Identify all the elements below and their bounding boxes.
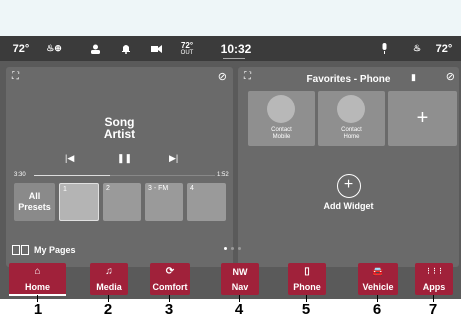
outside-temp-label: OUT — [180, 49, 194, 56]
contact-home-label: Contact Home — [341, 127, 362, 140]
nav-phone-label: Phone — [293, 282, 321, 292]
nav-media-label: Media — [96, 282, 122, 292]
nav-media[interactable]: ♫ Media — [90, 263, 128, 295]
microphone-icon[interactable] — [377, 36, 391, 61]
expand-icon[interactable]: ⛶ — [12, 71, 19, 82]
nav-comfort-label: Comfort — [152, 282, 188, 292]
contact-home-card[interactable]: Contact Home — [318, 91, 385, 146]
preset-2-label: 2 — [106, 185, 110, 192]
infotainment-screen: 72° ♨⊕ 72° OUT 10:32 ♨ 72° ⛶ ⊘ Song Arti… — [0, 36, 461, 299]
progress-fill — [34, 175, 111, 176]
preset-1-label: 1 — [63, 186, 67, 193]
pages-icon — [12, 245, 29, 255]
add-widget-label: Add Widget — [323, 201, 374, 211]
comfort-icon: ⟳ — [165, 266, 175, 277]
contact-mobile-label: Contact Mobile — [271, 127, 292, 140]
pause-icon[interactable]: ❚❚ — [117, 153, 132, 164]
nav-vehicle-label: Vehicle — [362, 282, 394, 292]
preset-3[interactable]: 3 - FM — [145, 183, 183, 221]
driver-temp[interactable]: 72° — [8, 36, 34, 61]
progress-bar[interactable] — [34, 175, 215, 176]
compass-icon: NW — [232, 267, 248, 277]
nav-phone[interactable]: ▯ Phone — [288, 263, 326, 295]
vehicle-icon: 🚘 — [372, 266, 384, 276]
all-presets-button[interactable]: All Presets — [14, 183, 55, 221]
avatar — [267, 95, 295, 123]
apps-grid-icon: ⋮⋮⋮ — [425, 268, 444, 275]
phone-battery-icon: ▮ — [411, 72, 416, 82]
outside-temp: 72° OUT — [178, 36, 196, 61]
preset-1[interactable]: 1 — [59, 183, 99, 221]
total-time: 1:52 — [217, 172, 229, 178]
callout-6: 6 — [372, 301, 382, 318]
callout-2: 2 — [103, 301, 113, 318]
preset-2[interactable]: 2 — [103, 183, 141, 221]
passenger-seat-heat-icon[interactable]: ♨ — [410, 36, 424, 61]
camera-icon[interactable] — [148, 36, 164, 61]
media-widget[interactable]: ⛶ ⊘ Song Artist |◀ ❚❚ ▶| 3:30 1:52 All P… — [6, 67, 233, 267]
elapsed-time: 3:30 — [14, 172, 26, 178]
nav-home-label: Home — [24, 282, 50, 292]
notification-bell-icon[interactable] — [118, 36, 134, 61]
nav-nav-label: Nav — [231, 282, 249, 292]
callout-7: 7 — [428, 301, 438, 318]
next-track-icon[interactable]: ▶| — [169, 153, 178, 164]
plus-icon: + — [416, 107, 429, 129]
callout-4: 4 — [234, 301, 244, 318]
user-profile-icon[interactable] — [86, 36, 104, 61]
nav-home[interactable]: ⌂ Home — [9, 263, 66, 296]
nav-apps-label: Apps — [422, 282, 446, 292]
my-pages-button[interactable]: My Pages — [12, 243, 76, 257]
home-icon: ⌂ — [34, 266, 41, 277]
clock-underline — [223, 58, 245, 59]
phone-icon: ▯ — [304, 266, 310, 277]
nav-vehicle[interactable]: 🚘 Vehicle — [358, 263, 398, 295]
favorites-title: Favorites - Phone — [306, 74, 391, 85]
top-margin — [0, 0, 461, 36]
add-favorite-button[interactable]: + — [388, 91, 457, 146]
avatar — [337, 95, 365, 123]
callout-3: 3 — [164, 301, 174, 318]
edit-slash-icon[interactable]: ⊘ — [446, 70, 455, 83]
nav-apps[interactable]: ⋮⋮⋮ Apps — [415, 263, 453, 295]
nav-nav[interactable]: NW Nav — [221, 263, 259, 295]
passenger-temp[interactable]: 72° — [428, 36, 460, 61]
preset-3-label: 3 - FM — [148, 185, 169, 192]
nav-comfort[interactable]: ⟳ Comfort — [150, 263, 190, 295]
outside-temp-value: 72° — [180, 40, 194, 50]
add-circle-icon: + — [336, 174, 361, 198]
edit-slash-icon[interactable]: ⊘ — [218, 70, 227, 83]
my-pages-label: My Pages — [34, 245, 76, 255]
status-bar: 72° ♨⊕ 72° OUT 10:32 ♨ 72° — [0, 36, 461, 61]
callout-5: 5 — [301, 301, 311, 318]
all-presets-label: All Presets — [18, 191, 51, 212]
artist-name: Artist — [103, 127, 136, 141]
favorites-widget[interactable]: ⛶ Favorites - Phone ▮ ⊘ Contact Mobile C… — [238, 67, 459, 267]
preset-4-label: 4 — [190, 185, 194, 192]
callout-1: 1 — [33, 301, 43, 318]
add-widget-button[interactable]: + Add Widget — [238, 174, 459, 211]
music-note-icon: ♫ — [105, 266, 113, 277]
preset-4[interactable]: 4 — [187, 183, 226, 221]
seat-heat-icon[interactable]: ♨⊕ — [40, 36, 68, 61]
page-indicator — [224, 247, 241, 250]
playback-controls: |◀ ❚❚ ▶| — [6, 153, 233, 167]
contact-mobile-card[interactable]: Contact Mobile — [248, 91, 315, 146]
previous-track-icon[interactable]: |◀ — [65, 153, 74, 164]
